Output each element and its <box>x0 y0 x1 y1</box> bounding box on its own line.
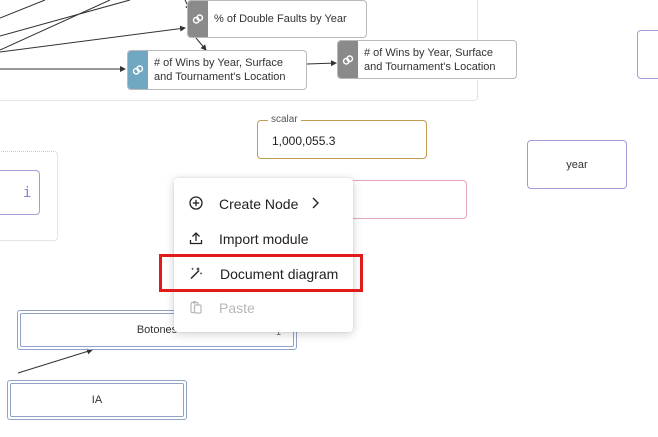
node-partial-left[interactable]: i <box>0 170 40 215</box>
node-label: # of Wins by Year, Surface and Tournamen… <box>364 46 496 73</box>
scalar-node[interactable]: scalar 1,000,055.3 <box>257 114 427 159</box>
menu-item-label: Paste <box>219 300 255 316</box>
connector <box>17 348 93 374</box>
node-double-faults[interactable]: % of Double Faults by Year <box>187 0 367 38</box>
node-wins-left[interactable]: # of Wins by Year, Surface and Tournamen… <box>127 50 307 90</box>
link-icon <box>188 1 208 37</box>
chevron-right-icon <box>310 196 320 213</box>
node-label: year <box>566 158 588 171</box>
menu-item-create-node[interactable]: Create Node <box>174 188 353 218</box>
node-label: # of Wins by Year, Surface and Tournamen… <box>154 57 286 83</box>
paste-icon <box>189 300 203 314</box>
node-label: Botones <box>136 324 178 336</box>
diagram-canvas[interactable]: % of Double Faults by Year # of Wins by … <box>0 0 658 437</box>
node-ia[interactable]: IA <box>7 380 187 420</box>
info-icon: i <box>23 185 32 201</box>
scalar-legend: scalar <box>268 114 301 125</box>
menu-item-label: Create Node <box>219 196 299 212</box>
menu-item-import-module[interactable]: Import module <box>174 223 353 253</box>
scalar-value: 1,000,055.3 <box>272 134 336 148</box>
node-label: IA <box>91 394 103 406</box>
link-icon <box>338 41 358 78</box>
upload-icon <box>189 231 203 245</box>
menu-item-label: Import module <box>219 231 309 247</box>
highlight-box <box>159 254 363 292</box>
plus-circle-icon <box>189 196 203 210</box>
node-wins-right[interactable]: # of Wins by Year, Surface and Tournamen… <box>337 40 517 79</box>
link-icon <box>128 51 148 89</box>
node-partial-right[interactable] <box>637 30 658 79</box>
menu-item-paste[interactable]: Paste <box>174 292 353 322</box>
node-year[interactable]: year <box>527 140 627 189</box>
node-label: % of Double Faults by Year <box>214 13 347 25</box>
